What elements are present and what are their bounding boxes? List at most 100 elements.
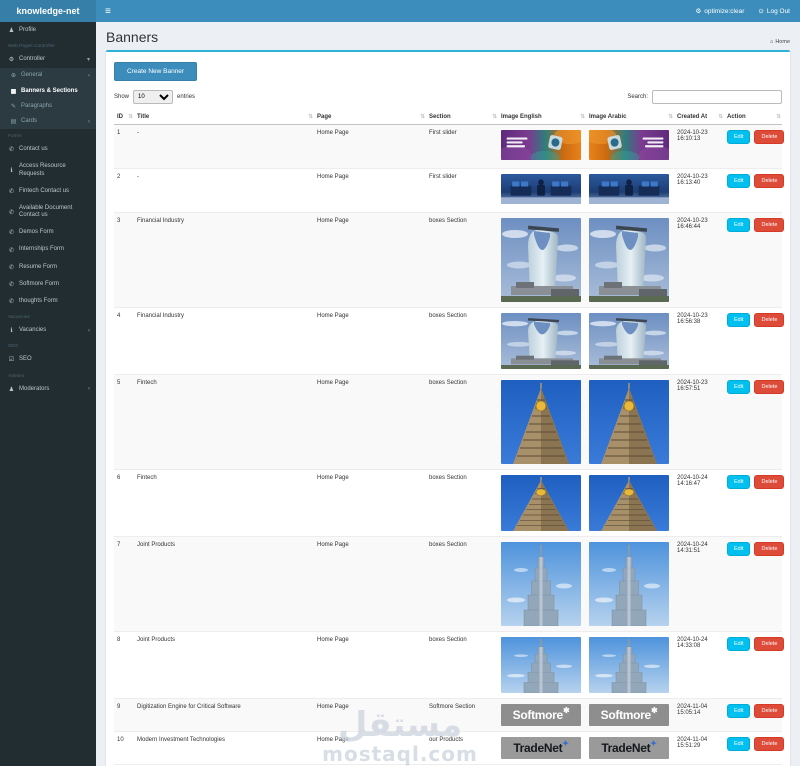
brand-logo[interactable]: knowledge-net [0, 0, 96, 22]
delete-button[interactable]: Delete [754, 130, 784, 144]
table-row: 6FintechHome Pageboxes Section 2024-1 [114, 470, 782, 537]
edit-button[interactable]: Edit [727, 737, 750, 751]
sidebar-item-thoughts-form[interactable]: ✆thoughts Form [0, 293, 96, 310]
kingdom-tower-photo-arabic [589, 313, 669, 369]
column-header-created-at[interactable]: Created At⇅ [674, 110, 724, 125]
sidebar-item-vacancies[interactable]: ℹVacancies‹ [0, 322, 96, 339]
sidebar-item-demos-form[interactable]: ✆Demos Form [0, 224, 96, 241]
cell-page: Home Page [314, 470, 426, 537]
sidebar-item-profile[interactable]: ♟Profile [0, 22, 96, 39]
sidebar-item-contact-us[interactable]: ✆ Contact us [0, 141, 96, 158]
column-header-id[interactable]: ID⇅ [114, 110, 134, 125]
sidebar-item-label: Resume Form [19, 264, 90, 271]
edit-button[interactable]: Edit [727, 475, 750, 489]
column-header-image-arabic[interactable]: Image Arabic⇅ [586, 110, 674, 125]
sidebar-item-cards[interactable]: ▤Cards‹ [0, 114, 96, 129]
cell-action: Edit Delete [724, 125, 782, 169]
cell-created-at: 2024-10-23 16:57:51 [674, 375, 724, 470]
logo-star-icon: ✱ [651, 706, 657, 715]
sort-icon: ⇅ [580, 114, 585, 120]
cell-title: Fintech [134, 375, 314, 470]
table-row: 8Joint ProductsHome Pageboxes Section [114, 632, 782, 699]
chevron-left-icon: ‹ [88, 386, 90, 392]
column-header-image-english[interactable]: Image English⇅ [498, 110, 586, 125]
logout-label: Log Out [767, 8, 790, 15]
delete-button[interactable]: Delete [754, 174, 784, 188]
column-header-section[interactable]: Section⇅ [426, 110, 498, 125]
edit-button[interactable]: Edit [727, 130, 750, 144]
sidebar-item-available-document-contact-us[interactable]: ✆Available Document Contact us [0, 200, 96, 224]
breadcrumb[interactable]: ⌂ Home [770, 39, 790, 45]
sidebar-item-general[interactable]: ⊕General‹ [0, 68, 96, 83]
sidebar-item-banners-sections[interactable]: ▦Banners & Sections [0, 84, 96, 99]
sidebar: ♟ProfileWeb Pages Controller⚙Controller▾… [0, 22, 96, 766]
delete-button[interactable]: Delete [754, 218, 784, 232]
optimize-clear-label: optimize:clear [704, 8, 744, 15]
sidebar-item-moderators[interactable]: ♟Moderators‹ [0, 381, 96, 398]
show-label: Show [114, 94, 129, 100]
delete-button[interactable]: Delete [754, 380, 784, 394]
delete-button[interactable]: Delete [754, 737, 784, 751]
row-actions: EditDelete [727, 737, 779, 751]
sort-icon: ⇅ [718, 114, 723, 120]
delete-button[interactable]: Delete [754, 704, 784, 718]
sidebar-item-seo[interactable]: ☑ SEO [0, 351, 96, 368]
sidebar-item-label: SEO [19, 356, 90, 363]
sidebar-item-internships-form[interactable]: ✆Internships Form [0, 241, 96, 258]
cell-id: 3 [114, 213, 134, 308]
edit-button[interactable]: Edit [727, 380, 750, 394]
faisaliah-tower-photo-english [501, 475, 581, 531]
logout-button[interactable]: ⊙ Log Out [758, 7, 790, 15]
cell-section: boxes Section [426, 375, 498, 470]
optimize-clear-button[interactable]: ⚙ optimize:clear [695, 7, 744, 15]
edit-button[interactable]: Edit [727, 542, 750, 556]
edit-button[interactable]: Edit [727, 637, 750, 651]
sidebar-item-paragraphs[interactable]: ✎Paragraphs [0, 99, 96, 114]
column-header-action[interactable]: Action⇅ [724, 110, 782, 125]
sidebar-item-resume-form[interactable]: ✆Resume Form [0, 259, 96, 276]
cell-created-at: 2024-11-04 15:05:14 [674, 699, 724, 732]
delete-button[interactable]: Delete [754, 313, 784, 327]
cell-image-english [498, 308, 586, 375]
delete-button[interactable]: Delete [754, 475, 784, 489]
sidebar-item-label: Contact us [19, 146, 90, 153]
table-row: 10Modern Investment TechnologiesHome Pag… [114, 732, 782, 765]
info-icon: ℹ [8, 327, 15, 334]
column-header-title[interactable]: Title⇅ [134, 110, 314, 125]
cell-action: Edit Delete [724, 632, 782, 699]
cell-title: Modern Investment Technologies [134, 732, 314, 765]
sort-icon: ⇅ [776, 114, 781, 120]
sort-icon: ⇅ [668, 114, 673, 120]
page-size-select[interactable]: 10 [133, 90, 173, 104]
edit-button[interactable]: Edit [727, 313, 750, 327]
table-row: 3Financial IndustryHome Pageboxes Sectio… [114, 213, 782, 308]
create-new-banner-button[interactable]: Create New Banner [114, 62, 197, 81]
search-input[interactable] [652, 90, 782, 104]
cell-image-arabic [586, 125, 674, 169]
cell-id: 8 [114, 632, 134, 699]
logo-star-icon: ✱ [563, 706, 569, 715]
cell-title: Digitization Engine for Critical Softwar… [134, 699, 314, 732]
sidebar-item-softmore-form[interactable]: ✆Softmore Form [0, 276, 96, 293]
edit-button[interactable]: Edit [727, 704, 750, 718]
sidebar-item-label: Paragraphs [21, 103, 90, 110]
delete-button[interactable]: Delete [754, 637, 784, 651]
phone-icon: ✆ [8, 298, 15, 305]
delete-button[interactable]: Delete [754, 542, 784, 556]
edit-button[interactable]: Edit [727, 218, 750, 232]
faisaliah-tower-photo-arabic [589, 380, 669, 464]
sidebar-item-controller[interactable]: ⚙Controller▾ [0, 51, 96, 68]
check-icon: ☑ [8, 356, 15, 363]
sidebar-item-fintech-contact-us[interactable]: ✆Fintech Contact us [0, 183, 96, 200]
cell-section: boxes Section [426, 308, 498, 375]
column-header-page[interactable]: Page⇅ [314, 110, 426, 125]
logo-text: Softmore [513, 708, 563, 722]
edit-button[interactable]: Edit [727, 174, 750, 188]
cards-icon: ▤ [10, 118, 17, 125]
cell-action: Edit Delete [724, 308, 782, 375]
page-title: Banners [106, 29, 158, 45]
sidebar-item-access-resource-requests[interactable]: ℹAccess Resource Requests [0, 158, 96, 182]
gear-icon: ⚙ [8, 56, 15, 63]
phone-icon: ✆ [8, 146, 15, 153]
hamburger-icon[interactable]: ≡ [96, 6, 120, 17]
